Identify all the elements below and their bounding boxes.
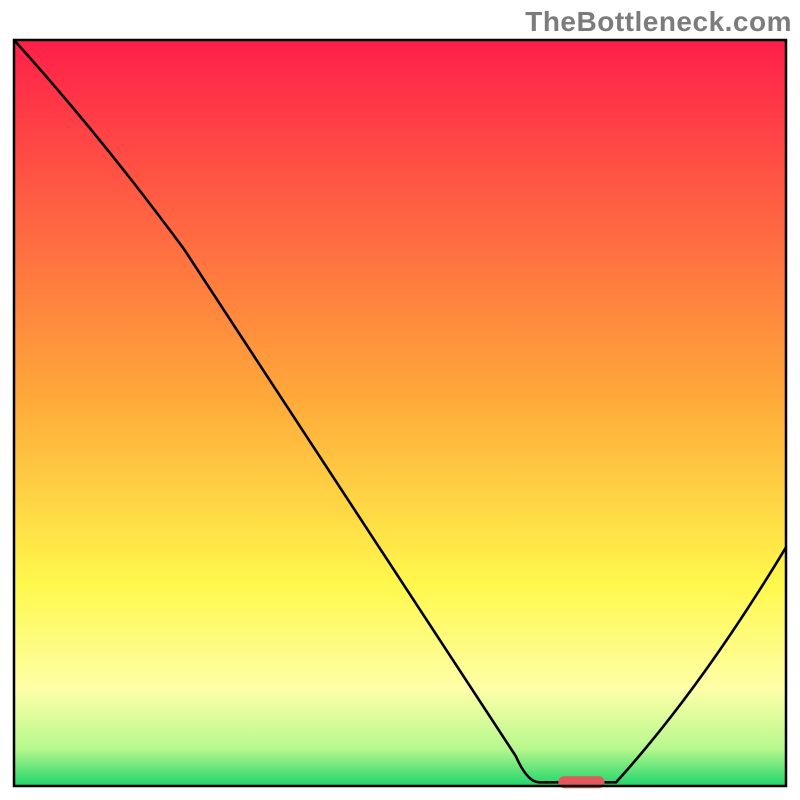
bottleneck-chart: TheBottleneck.com xyxy=(0,0,800,800)
plot-background xyxy=(14,40,786,786)
chart-svg xyxy=(0,0,800,800)
watermark-text: TheBottleneck.com xyxy=(525,6,792,38)
